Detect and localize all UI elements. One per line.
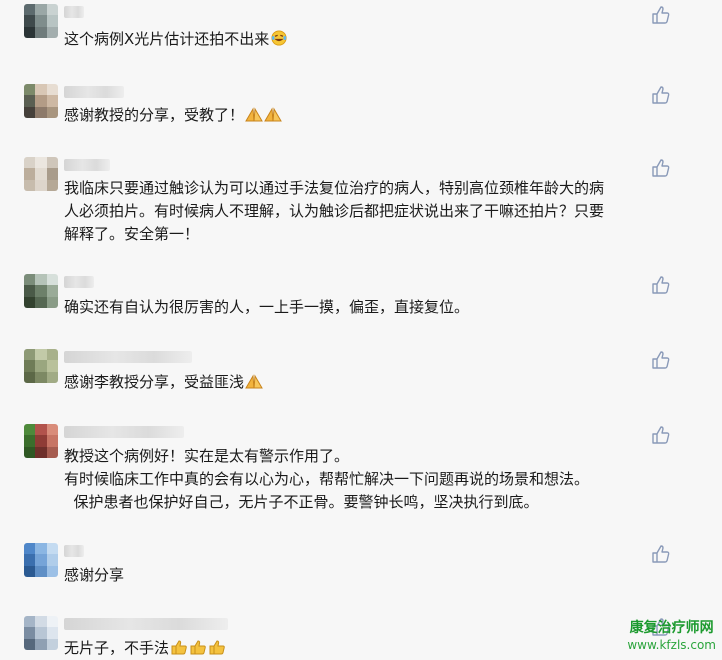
- comment-text: 感谢教授的分享，受教了！: [64, 104, 674, 127]
- comment-text: 无片子，不手法: [64, 637, 674, 660]
- nickname-blurred: [64, 276, 94, 288]
- avatar[interactable]: [24, 274, 58, 308]
- like-icon[interactable]: [650, 424, 672, 446]
- like-icon[interactable]: [650, 274, 672, 296]
- avatar[interactable]: [24, 4, 58, 38]
- like-icon[interactable]: [650, 543, 672, 565]
- comment-text: 这个病例X光片估计还拍不出来: [64, 28, 674, 51]
- watermark-url: www.kfzls.com: [627, 638, 716, 652]
- like-icon[interactable]: [650, 84, 672, 106]
- avatar[interactable]: [24, 424, 58, 458]
- avatar[interactable]: [24, 84, 58, 118]
- nickname-blurred: [64, 159, 110, 171]
- laughing-tears-icon: [271, 30, 287, 46]
- like-icon[interactable]: [650, 157, 672, 179]
- comment-text: 确实还有自认为很厉害的人，一上手一摸，偏歪，直接复位。: [64, 298, 470, 316]
- nickname-blurred: [64, 545, 84, 557]
- comment-text: 我临床只要通过触诊认为可以通过手法复位治疗的病人，特别高位颈椎年龄大的病 人必须…: [64, 179, 605, 243]
- like-icon[interactable]: [650, 349, 672, 371]
- avatar[interactable]: [24, 157, 58, 191]
- folded-hands-icon: [245, 107, 263, 122]
- comment-text: 感谢李教授分享，受益匪浅: [64, 371, 674, 394]
- avatar[interactable]: [24, 616, 58, 650]
- comment-list: 这个病例X光片估计还拍不出来 感谢教授的分享，受教了！ 我临床只要通过触诊认为可…: [0, 0, 722, 658]
- nickname-blurred: [64, 351, 192, 363]
- nickname-blurred: [64, 86, 124, 98]
- comment-text: 感谢分享: [64, 566, 125, 584]
- thumbs-up-icon: [190, 640, 206, 655]
- watermark: 康复治疗师网 www.kfzls.com: [627, 620, 716, 654]
- avatar[interactable]: [24, 349, 58, 383]
- nickname-blurred: [64, 6, 84, 18]
- folded-hands-icon: [245, 374, 263, 389]
- folded-hands-icon: [264, 107, 282, 122]
- thumbs-up-icon: [209, 640, 225, 655]
- avatar[interactable]: [24, 543, 58, 577]
- nickname-blurred: [64, 618, 228, 630]
- comment-text: 教授这个病例好！实在是太有警示作用了。 有时候临床工作中真的会有以心为心，帮帮忙…: [64, 447, 590, 511]
- like-icon[interactable]: [650, 4, 672, 26]
- watermark-title: 康复治疗师网: [629, 620, 714, 636]
- thumbs-up-icon: [171, 640, 187, 655]
- nickname-blurred: [64, 426, 184, 438]
